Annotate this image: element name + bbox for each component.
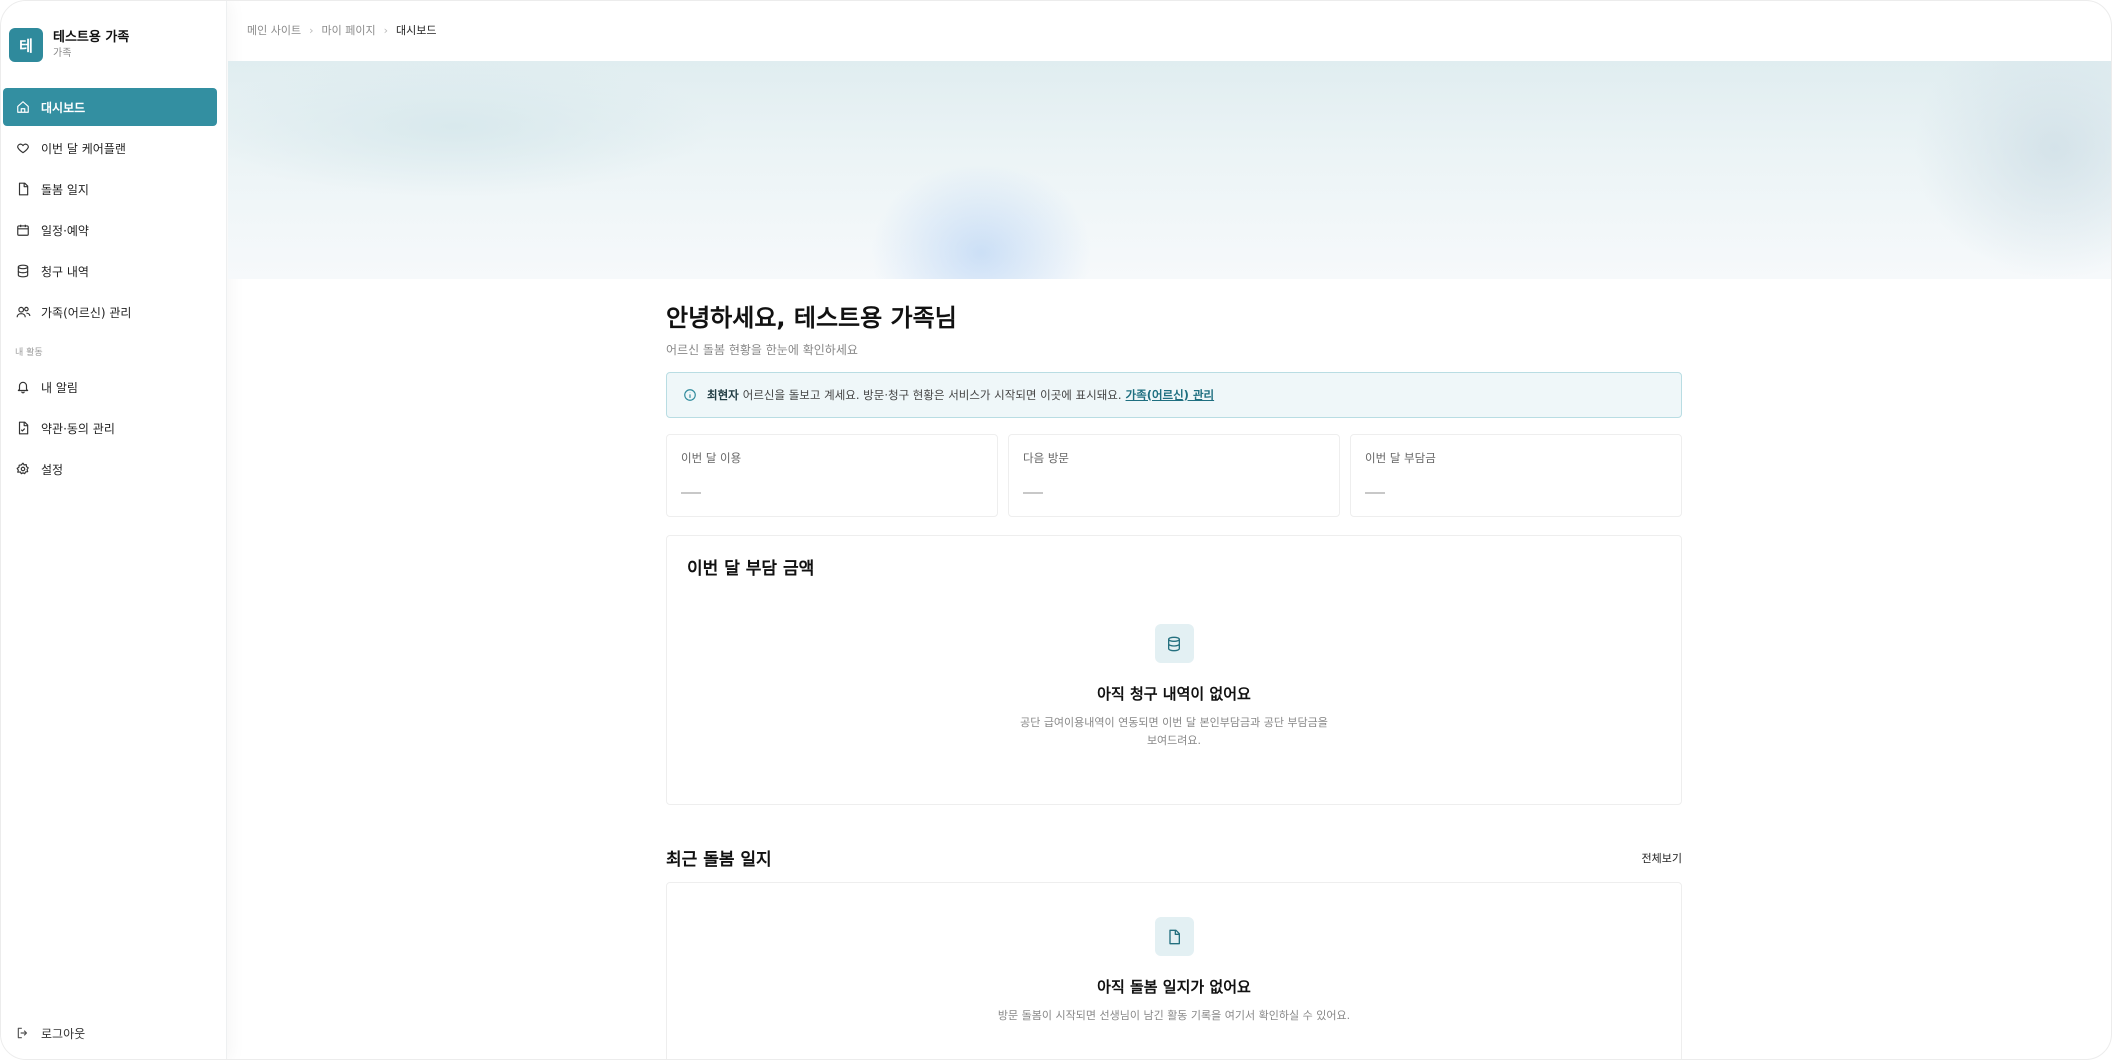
billing-empty-desc: 공단 급여이용내역이 연동되면 이번 달 본인부담금과 공단 부담금을 보여드려… bbox=[1020, 716, 1328, 747]
stat-card-next-visit: 다음 방문 bbox=[1008, 434, 1340, 517]
main-content: 메인 사이트 › 마이 페이지 › 대시보드 안녕하세요, 테스트용 가족님 어… bbox=[228, 1, 2111, 1059]
logout-icon bbox=[16, 1026, 32, 1042]
stat-label: 이번 달 부담금 bbox=[1365, 451, 1436, 465]
sidebar-item-label: 약관·동의 관리 bbox=[41, 421, 115, 436]
page-subtitle: 어르신 돌봄 현황을 한눈에 확인하세요 bbox=[666, 343, 858, 357]
view-all-link[interactable]: 전체보기 bbox=[1642, 850, 1682, 866]
family-manage-link[interactable]: 가족(어르신) 관리 bbox=[1126, 387, 1215, 403]
stat-label: 이번 달 이용 bbox=[681, 451, 742, 465]
database-icon bbox=[1154, 624, 1194, 663]
journal-empty-title: 아직 돌봄 일지가 없어요 bbox=[1097, 978, 1251, 996]
sidebar-item-billing[interactable]: 청구 내역 bbox=[3, 252, 217, 290]
info-notice: 최현자 어르신을 돌보고 계세요. 방문·청구 현황은 서비스가 시작되면 이곳… bbox=[666, 372, 1682, 418]
file-check-icon bbox=[16, 420, 32, 436]
database-icon bbox=[16, 263, 32, 279]
sidebar-item-settings[interactable]: 설정 bbox=[3, 450, 217, 488]
sidebar-item-dashboard[interactable]: 대시보드 bbox=[3, 88, 217, 126]
sidebar-section-label: 내 활동 bbox=[15, 348, 43, 358]
sidebar-item-terms[interactable]: 약관·동의 관리 bbox=[3, 409, 217, 447]
gear-icon bbox=[16, 461, 32, 477]
sidebar-item-journal[interactable]: 돌봄 일지 bbox=[3, 170, 217, 208]
logout-label: 로그아웃 bbox=[41, 1027, 86, 1041]
billing-empty-title: 아직 청구 내역이 없어요 bbox=[1097, 685, 1251, 703]
brand-sub: 가족 bbox=[53, 47, 72, 59]
dashboard-content: 안녕하세요, 테스트용 가족님 어르신 돌봄 현황을 한눈에 확인하세요 최현자… bbox=[666, 301, 1682, 1059]
stat-empty-value bbox=[1365, 492, 1385, 494]
stats-row: 이번 달 이용 다음 방문 이번 달 부담금 bbox=[666, 434, 1682, 517]
stat-empty-value bbox=[1023, 492, 1043, 494]
brand-name: 테스트용 가족 bbox=[53, 29, 130, 45]
breadcrumb-current: 대시보드 bbox=[396, 24, 437, 37]
stat-empty-value bbox=[681, 492, 701, 494]
users-icon bbox=[16, 304, 32, 320]
billing-empty-state: 아직 청구 내역이 없어요 공단 급여이용내역이 연동되면 이번 달 본인부담금… bbox=[667, 624, 1681, 750]
bell-icon bbox=[16, 379, 32, 395]
breadcrumb-mypage[interactable]: 마이 페이지 bbox=[322, 22, 376, 38]
brand[interactable]: 테 테스트용 가족 가족 bbox=[9, 28, 129, 62]
sidebar-item-family[interactable]: 가족(어르신) 관리 bbox=[3, 293, 217, 331]
document-icon bbox=[1154, 917, 1194, 956]
home-icon bbox=[16, 99, 32, 115]
billing-card-title: 이번 달 부담 금액 bbox=[687, 559, 815, 579]
notice-elder-name: 최현자 bbox=[707, 388, 739, 402]
sidebar: 테 테스트용 가족 가족 대시보드 이번 달 케어플랜 돌봄 일지 일정·예약 … bbox=[1, 1, 227, 1059]
stat-card-usage: 이번 달 이용 bbox=[666, 434, 998, 517]
breadcrumb-home[interactable]: 메인 사이트 bbox=[247, 22, 301, 38]
calendar-icon bbox=[16, 222, 32, 238]
sidebar-item-label: 내 알림 bbox=[41, 380, 78, 395]
sidebar-item-label: 청구 내역 bbox=[41, 264, 89, 279]
sidebar-item-label: 돌봄 일지 bbox=[41, 182, 89, 197]
document-icon bbox=[16, 181, 32, 197]
stat-card-copay: 이번 달 부담금 bbox=[1350, 434, 1682, 517]
sidebar-item-notifications[interactable]: 내 알림 bbox=[3, 368, 217, 406]
journal-empty-desc: 방문 돌봄이 시작되면 선생님이 남긴 활동 기록을 여기서 확인하실 수 있어… bbox=[997, 1009, 1351, 1022]
stat-label: 다음 방문 bbox=[1023, 451, 1069, 465]
logout-button[interactable]: 로그아웃 bbox=[16, 1025, 85, 1042]
sidebar-item-schedule[interactable]: 일정·예약 bbox=[3, 211, 217, 249]
journal-section-header: 최근 돌봄 일지 전체보기 bbox=[666, 845, 1682, 870]
journal-section-title: 최근 돌봄 일지 bbox=[666, 850, 772, 870]
sidebar-item-careplan[interactable]: 이번 달 케어플랜 bbox=[3, 129, 217, 167]
journal-card: 아직 돌봄 일지가 없어요 방문 돌봄이 시작되면 선생님이 남긴 활동 기록을… bbox=[666, 882, 1682, 1059]
sidebar-item-label: 설정 bbox=[41, 462, 64, 477]
notice-text: 어르신을 돌보고 계세요. 방문·청구 현황은 서비스가 시작되면 이곳에 표시… bbox=[742, 388, 1122, 402]
breadcrumb: 메인 사이트 › 마이 페이지 › 대시보드 bbox=[247, 22, 437, 38]
sidebar-nav: 대시보드 이번 달 케어플랜 돌봄 일지 일정·예약 청구 내역 가족(어르신)… bbox=[3, 88, 217, 491]
billing-card: 이번 달 부담 금액 아직 청구 내역이 없어요 공단 급여이용내역이 연동되면… bbox=[666, 535, 1682, 805]
info-icon bbox=[683, 388, 698, 403]
brand-logo: 테 bbox=[9, 28, 43, 62]
page-title: 안녕하세요, 테스트용 가족님 bbox=[666, 304, 957, 332]
hero-banner bbox=[228, 61, 2111, 279]
breadcrumb-separator-icon: › bbox=[309, 23, 314, 37]
sidebar-item-label: 가족(어르신) 관리 bbox=[41, 305, 132, 320]
breadcrumb-separator-icon: › bbox=[383, 23, 389, 37]
sidebar-item-label: 대시보드 bbox=[41, 100, 86, 115]
heart-icon bbox=[16, 140, 32, 156]
app-window: 테 테스트용 가족 가족 대시보드 이번 달 케어플랜 돌봄 일지 일정·예약 … bbox=[0, 0, 2112, 1060]
journal-empty-state: 아직 돌봄 일지가 없어요 방문 돌봄이 시작되면 선생님이 남긴 활동 기록을… bbox=[667, 917, 1681, 1025]
sidebar-item-label: 이번 달 케어플랜 bbox=[41, 141, 126, 156]
sidebar-item-label: 일정·예약 bbox=[41, 223, 89, 238]
